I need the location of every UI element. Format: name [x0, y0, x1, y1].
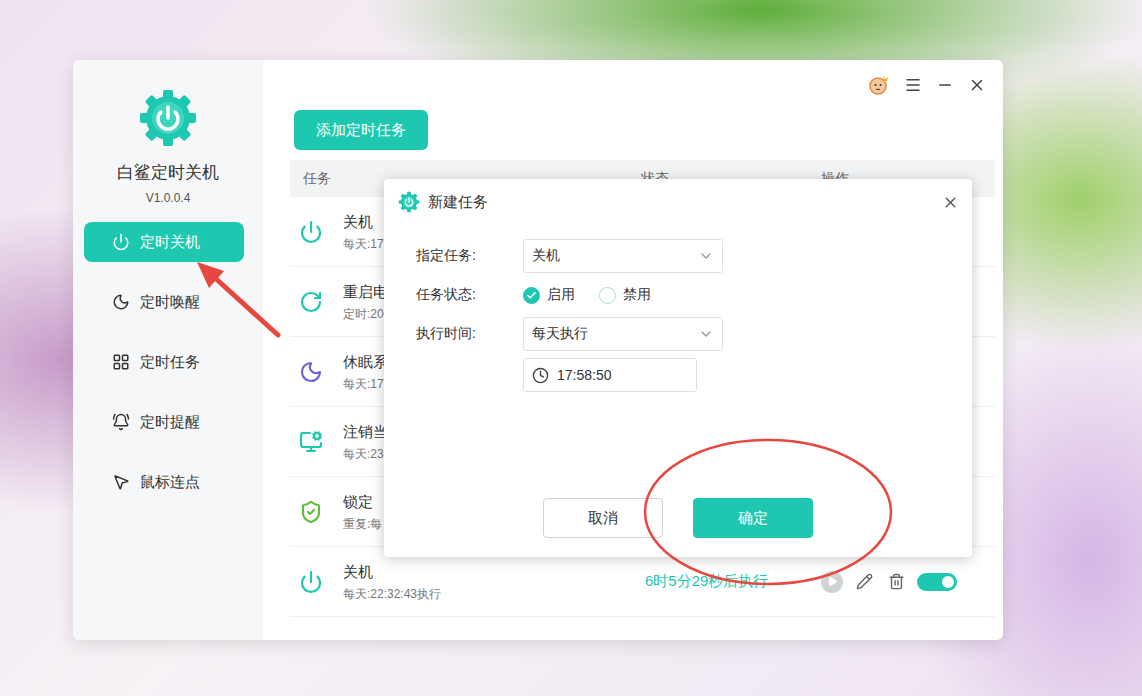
edit-button[interactable] [853, 571, 875, 593]
form-row: 执行时间:每天执行 [416, 317, 972, 351]
sidebar-item[interactable]: 定时任务 [84, 342, 244, 382]
confirm-button[interactable]: 确定 [693, 498, 813, 538]
chevron-down-icon [698, 248, 714, 264]
check-icon [526, 290, 537, 301]
logo-icon [398, 191, 420, 213]
dialog-title: 新建任务 [428, 193, 932, 212]
app-window: 白鲨定时关机 V1.0.0.4 定时关机定时唤醒定时任务定时提醒鼠标连点 添加定时任务… [73, 60, 1003, 640]
add-task-button[interactable]: 添加定时任务 [294, 110, 428, 150]
logoff-icon [299, 430, 323, 454]
task-schedule: 定时:20 [343, 307, 388, 321]
task-schedule: 重复:每 [343, 517, 382, 531]
task-icon-box [298, 569, 324, 595]
task-schedule: 每天:22:32:43执行 [343, 587, 441, 601]
clock-icon [532, 367, 549, 384]
grid-icon [112, 353, 130, 371]
task-status: 6时5分29秒后执行 [641, 572, 821, 591]
task-icon-box [298, 359, 324, 385]
radio-mark [523, 287, 540, 304]
radio-option[interactable]: 禁用 [599, 286, 651, 304]
task-icon-box [298, 499, 324, 525]
dialog-close-button[interactable] [940, 192, 960, 212]
task-name: 休眠系 [343, 353, 388, 371]
enable-toggle[interactable] [917, 573, 957, 591]
sidebar-item[interactable]: 定时关机 [84, 222, 244, 262]
sidebar-nav: 定时关机定时唤醒定时任务定时提醒鼠标连点 [73, 222, 263, 502]
moon-icon [112, 293, 130, 311]
form-row: 指定任务:关机 [416, 239, 972, 273]
delete-button[interactable] [885, 571, 907, 593]
sleep-icon [299, 360, 323, 384]
task-icon-box [298, 219, 324, 245]
run-button[interactable] [821, 571, 843, 593]
field-label: 执行时间: [416, 325, 523, 343]
field-label: 指定任务: [416, 247, 523, 265]
task-schedule: 每天:23 [343, 447, 388, 461]
dialog-header: 新建任务 [384, 179, 972, 225]
cancel-button[interactable]: 取消 [543, 498, 663, 538]
radio-mark [599, 287, 616, 304]
app-name: 白鲨定时关机 [117, 163, 219, 183]
background-photo: 白鲨定时关机 V1.0.0.4 定时关机定时唤醒定时任务定时提醒鼠标连点 添加定时任务… [0, 0, 1142, 696]
dialog-footer: 取消确定 [384, 498, 972, 557]
sidebar-item[interactable]: 鼠标连点 [84, 462, 244, 502]
task-schedule: 每天:17 [343, 377, 388, 391]
select-field[interactable]: 每天执行 [523, 317, 723, 351]
chevron-down-icon [698, 326, 714, 342]
title-bar [290, 60, 995, 110]
radio-group: 启用 禁用 [523, 286, 651, 304]
lock-icon [299, 500, 323, 524]
sidebar-item[interactable]: 定时唤醒 [84, 282, 244, 322]
arrow-icon [197, 262, 278, 335]
task-name: 关机 [343, 213, 384, 231]
time-field[interactable]: 17:58:50 [523, 358, 697, 392]
row-actions [821, 571, 995, 593]
task-icon-box [298, 429, 324, 455]
logo [138, 88, 198, 148]
task-name: 关机 [343, 563, 441, 581]
edit-icon [856, 573, 873, 590]
field-label: 任务状态: [416, 286, 523, 304]
select-field[interactable]: 关机 [523, 239, 723, 273]
dialog-body: 指定任务:关机任务状态:启用禁用执行时间:每天执行17:58:50 [384, 225, 972, 498]
highlight-ellipse-icon [645, 440, 891, 584]
task-cell: 关机每天:22:32:43执行 [290, 563, 641, 601]
form-row: 任务状态:启用 禁用 [416, 286, 972, 304]
table-row[interactable]: 关机每天:22:32:43执行6时5分29秒后执行 [290, 547, 995, 617]
task-name: 锁定 [343, 493, 382, 511]
cursor-icon [112, 473, 130, 491]
close-icon [942, 194, 959, 211]
app-version: V1.0.0.4 [146, 191, 191, 205]
sidebar-item[interactable]: 定时提醒 [84, 402, 244, 442]
task-schedule: 每天:17 [343, 237, 384, 251]
menu-icon[interactable] [904, 76, 922, 94]
close-icon[interactable] [968, 76, 986, 94]
radio-option[interactable]: 启用 [523, 286, 575, 304]
task-name: 注销当 [343, 423, 388, 441]
play-icon [827, 576, 838, 587]
power-icon [112, 233, 130, 251]
restart-icon [299, 290, 323, 314]
power-icon [299, 570, 323, 594]
new-task-dialog: 新建任务指定任务:关机任务状态:启用禁用执行时间:每天执行17:58:50取消确… [384, 179, 972, 557]
task-name: 重启电 [343, 283, 388, 301]
task-icon-box [298, 289, 324, 315]
power-icon [299, 220, 323, 244]
bell-icon [112, 413, 130, 431]
minimize-icon[interactable] [936, 76, 954, 94]
trash-icon [888, 573, 905, 590]
logo-icon [138, 88, 198, 148]
toggle-knob [942, 576, 954, 588]
sidebar: 白鲨定时关机 V1.0.0.4 定时关机定时唤醒定时任务定时提醒鼠标连点 [73, 60, 263, 640]
avatar-icon[interactable] [868, 74, 890, 96]
